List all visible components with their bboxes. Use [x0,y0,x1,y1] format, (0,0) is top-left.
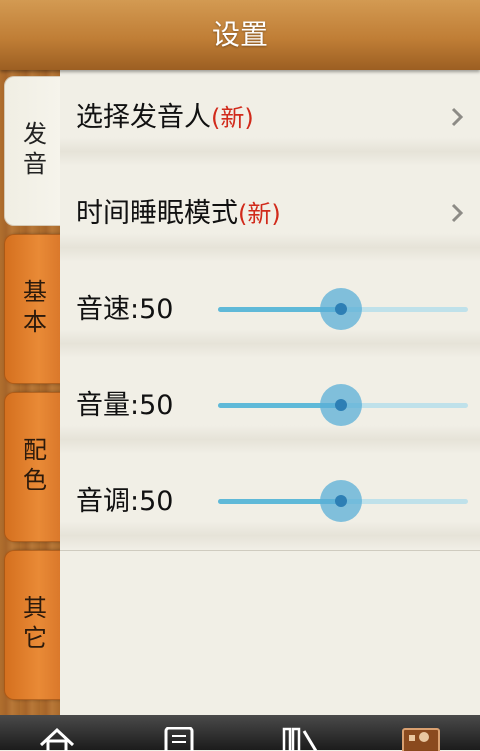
sidebar: 发音 基本 配色 其它 [0,70,62,715]
contact-icon[interactable] [402,727,440,751]
tab-pronunciation[interactable]: 发音 [4,76,62,226]
volume-row: 音量:50 [60,358,480,455]
page-title: 设置 [211,18,268,51]
row-label-text: 时间睡眠模式 [76,198,238,229]
tab-basic[interactable]: 基本 [4,234,62,384]
new-badge: (新) [211,104,254,132]
row-label: 选择发音人(新) [76,70,254,166]
select-speaker-row[interactable]: 选择发音人(新) [60,70,480,167]
document-icon[interactable] [164,727,194,751]
bookshelf-icon[interactable] [282,727,322,751]
row-label-text: 选择发音人 [76,102,211,133]
volume-label: 音量:50 [76,390,174,421]
sleep-timer-row[interactable]: 时间睡眠模式(新) [60,166,480,263]
tab-other[interactable]: 其它 [4,550,62,700]
tab-color-scheme[interactable]: 配色 [4,392,62,542]
new-badge: (新) [238,200,281,228]
chevron-right-icon [451,107,464,127]
tab-label: 其它 [18,595,47,655]
tab-label: 基本 [18,279,47,339]
speed-slider[interactable] [218,262,468,358]
home-icon[interactable] [38,727,76,751]
chevron-right-icon [451,203,464,223]
tab-label: 发音 [18,121,47,181]
slider-thumb[interactable] [320,480,362,522]
row-label: 时间睡眠模式(新) [76,166,281,262]
title-bar: 设置 [0,0,480,70]
pitch-row: 音调:50 [60,454,480,551]
pitch-slider[interactable] [218,454,468,550]
speed-row: 音速:50 [60,262,480,359]
volume-slider[interactable] [218,358,468,454]
speed-label: 音速:50 [76,294,174,325]
tab-label: 配色 [18,437,47,497]
pitch-label: 音调:50 [76,486,174,517]
slider-thumb[interactable] [320,384,362,426]
bottom-nav [0,715,480,751]
settings-panel: 选择发音人(新) 时间睡眠模式(新) 音速:50 音量:50 音调:50 [60,70,480,715]
slider-thumb[interactable] [320,288,362,330]
